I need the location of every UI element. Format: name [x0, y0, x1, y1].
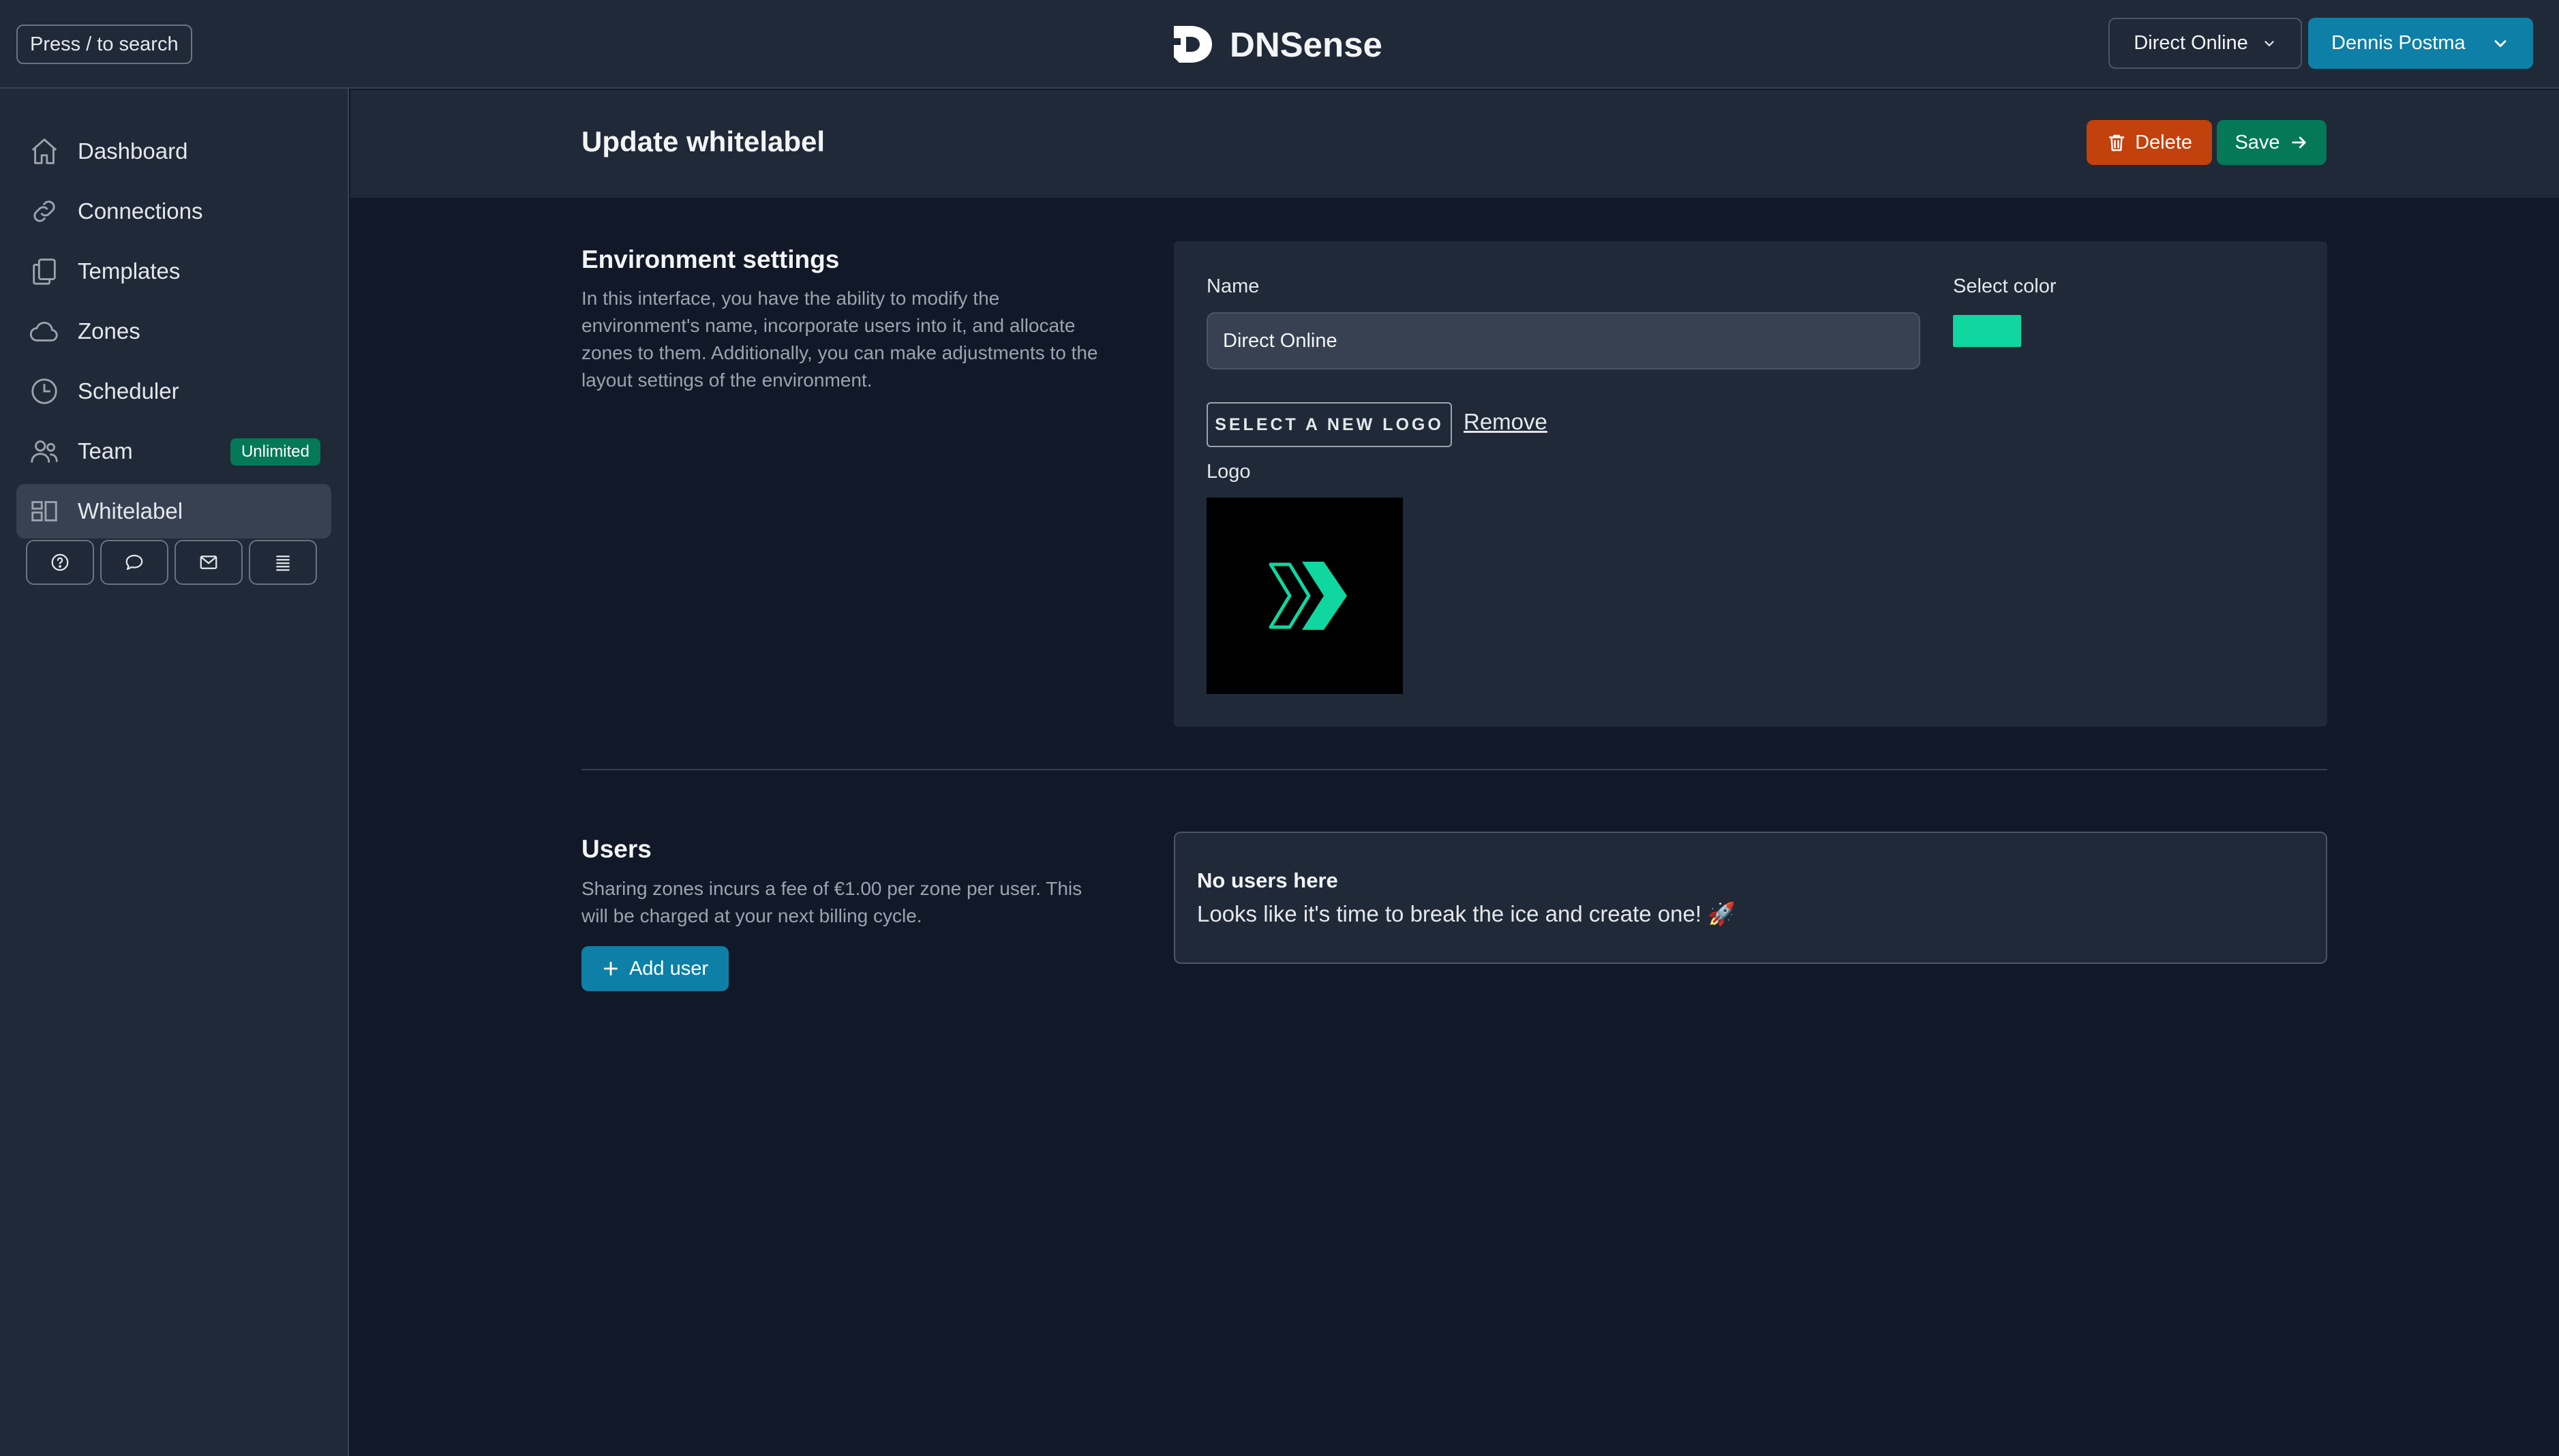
- sidebar-item-label: Connections: [78, 198, 203, 224]
- select-logo-button[interactable]: SELECT A NEW LOGO: [1207, 402, 1452, 447]
- delete-button[interactable]: Delete: [2087, 120, 2212, 165]
- sidebar-item-label: Scheduler: [78, 378, 179, 404]
- help-button[interactable]: [26, 540, 94, 585]
- sidebar-item-label: Dashboard: [78, 138, 188, 164]
- environment-settings-description: In this interface, you have the ability …: [581, 285, 1147, 394]
- empty-state-title: No users here: [1197, 868, 1338, 892]
- unlimited-badge: Unlimited: [230, 438, 320, 466]
- description-line: In this interface, you have the ability …: [581, 288, 1000, 309]
- remove-logo-link[interactable]: Remove: [1464, 409, 1547, 435]
- description-line: will be charged at your next billing cyc…: [581, 905, 922, 926]
- environment-settings-title: Environment settings: [581, 245, 840, 273]
- description-line: zones to them. Additionally, you can mak…: [581, 342, 1098, 363]
- section-divider: [581, 769, 2327, 770]
- empty-state-text: Looks like it's time to break the ice an…: [1197, 901, 1736, 926]
- sidebar-item-scheduler[interactable]: Scheduler: [16, 364, 331, 419]
- chat-icon: [124, 552, 145, 573]
- home-icon: [29, 136, 60, 167]
- mail-button[interactable]: [175, 540, 243, 585]
- sidebar-item-label: Templates: [78, 258, 181, 284]
- save-label: Save: [2235, 131, 2280, 153]
- sidebar-item-templates[interactable]: Templates: [16, 244, 331, 299]
- users-icon: [29, 436, 60, 467]
- utility-buttons: [26, 540, 317, 585]
- trash-icon: [2106, 132, 2127, 153]
- mail-icon: [198, 552, 219, 573]
- sidebar-item-dashboard[interactable]: Dashboard: [16, 124, 331, 179]
- logo-label: Logo: [1207, 461, 1251, 483]
- brand-name: DNSense: [1230, 25, 1382, 64]
- list-icon: [273, 552, 293, 573]
- users-description: Sharing zones incurs a fee of €1.00 per …: [581, 875, 1147, 930]
- users-title: Users: [581, 835, 652, 863]
- users-empty-state: [1174, 832, 2327, 964]
- add-user-button[interactable]: Add user: [581, 946, 729, 991]
- sidebar-item-label: Team: [78, 438, 133, 464]
- page-title: Update whitelabel: [581, 125, 826, 157]
- chat-button[interactable]: [100, 540, 168, 585]
- environment-select[interactable]: Direct Online: [2108, 18, 2302, 69]
- cloud-icon: [29, 316, 60, 347]
- brand[interactable]: DNSense: [1170, 20, 1382, 68]
- sidebar-item-team[interactable]: Team Unlimited: [16, 424, 331, 479]
- logo-preview: [1207, 498, 1403, 694]
- sidebar-item-label: Zones: [78, 318, 140, 344]
- chevron-down-icon: [2262, 36, 2277, 51]
- layout-icon: [29, 496, 60, 527]
- name-label: Name: [1207, 275, 1260, 297]
- description-line: environment's name, incorporate users in…: [581, 315, 1076, 336]
- sidebar-item-connections[interactable]: Connections: [16, 184, 331, 239]
- chevron-down-icon: [2491, 34, 2510, 53]
- select-color-label: Select color: [1953, 275, 2057, 297]
- name-input[interactable]: [1207, 312, 1920, 369]
- environment-select-label: Direct Online: [2134, 32, 2248, 54]
- list-button[interactable]: [249, 540, 317, 585]
- double-chevron-logo-icon: [1207, 498, 1403, 694]
- dnsense-logo-icon: [1170, 22, 1215, 67]
- documents-icon: [29, 256, 60, 287]
- clock-icon: [29, 376, 60, 407]
- sidebar-item-label: Whitelabel: [78, 498, 183, 524]
- arrow-right-icon: [2290, 133, 2309, 152]
- color-picker-swatch[interactable]: [1953, 315, 2021, 347]
- description-line: layout settings of the environment.: [581, 369, 873, 391]
- link-icon: [29, 196, 60, 227]
- sidebar: Dashboard Connections Templates Zones Sc…: [0, 89, 349, 1456]
- description-line: Sharing zones incurs a fee of €1.00 per …: [581, 878, 1082, 899]
- user-menu-button[interactable]: Dennis Postma: [2308, 18, 2533, 69]
- delete-label: Delete: [2135, 131, 2192, 153]
- top-bar: Press / to search DNSense Direct Online …: [0, 0, 2559, 89]
- sidebar-item-whitelabel[interactable]: Whitelabel: [16, 484, 331, 539]
- user-name: Dennis Postma: [2331, 32, 2466, 54]
- help-icon: [50, 552, 70, 573]
- search-button[interactable]: Press / to search: [16, 25, 192, 64]
- plus-icon: [602, 960, 620, 977]
- add-user-label: Add user: [629, 957, 709, 980]
- sidebar-item-zones[interactable]: Zones: [16, 304, 331, 359]
- save-button[interactable]: Save: [2217, 120, 2327, 165]
